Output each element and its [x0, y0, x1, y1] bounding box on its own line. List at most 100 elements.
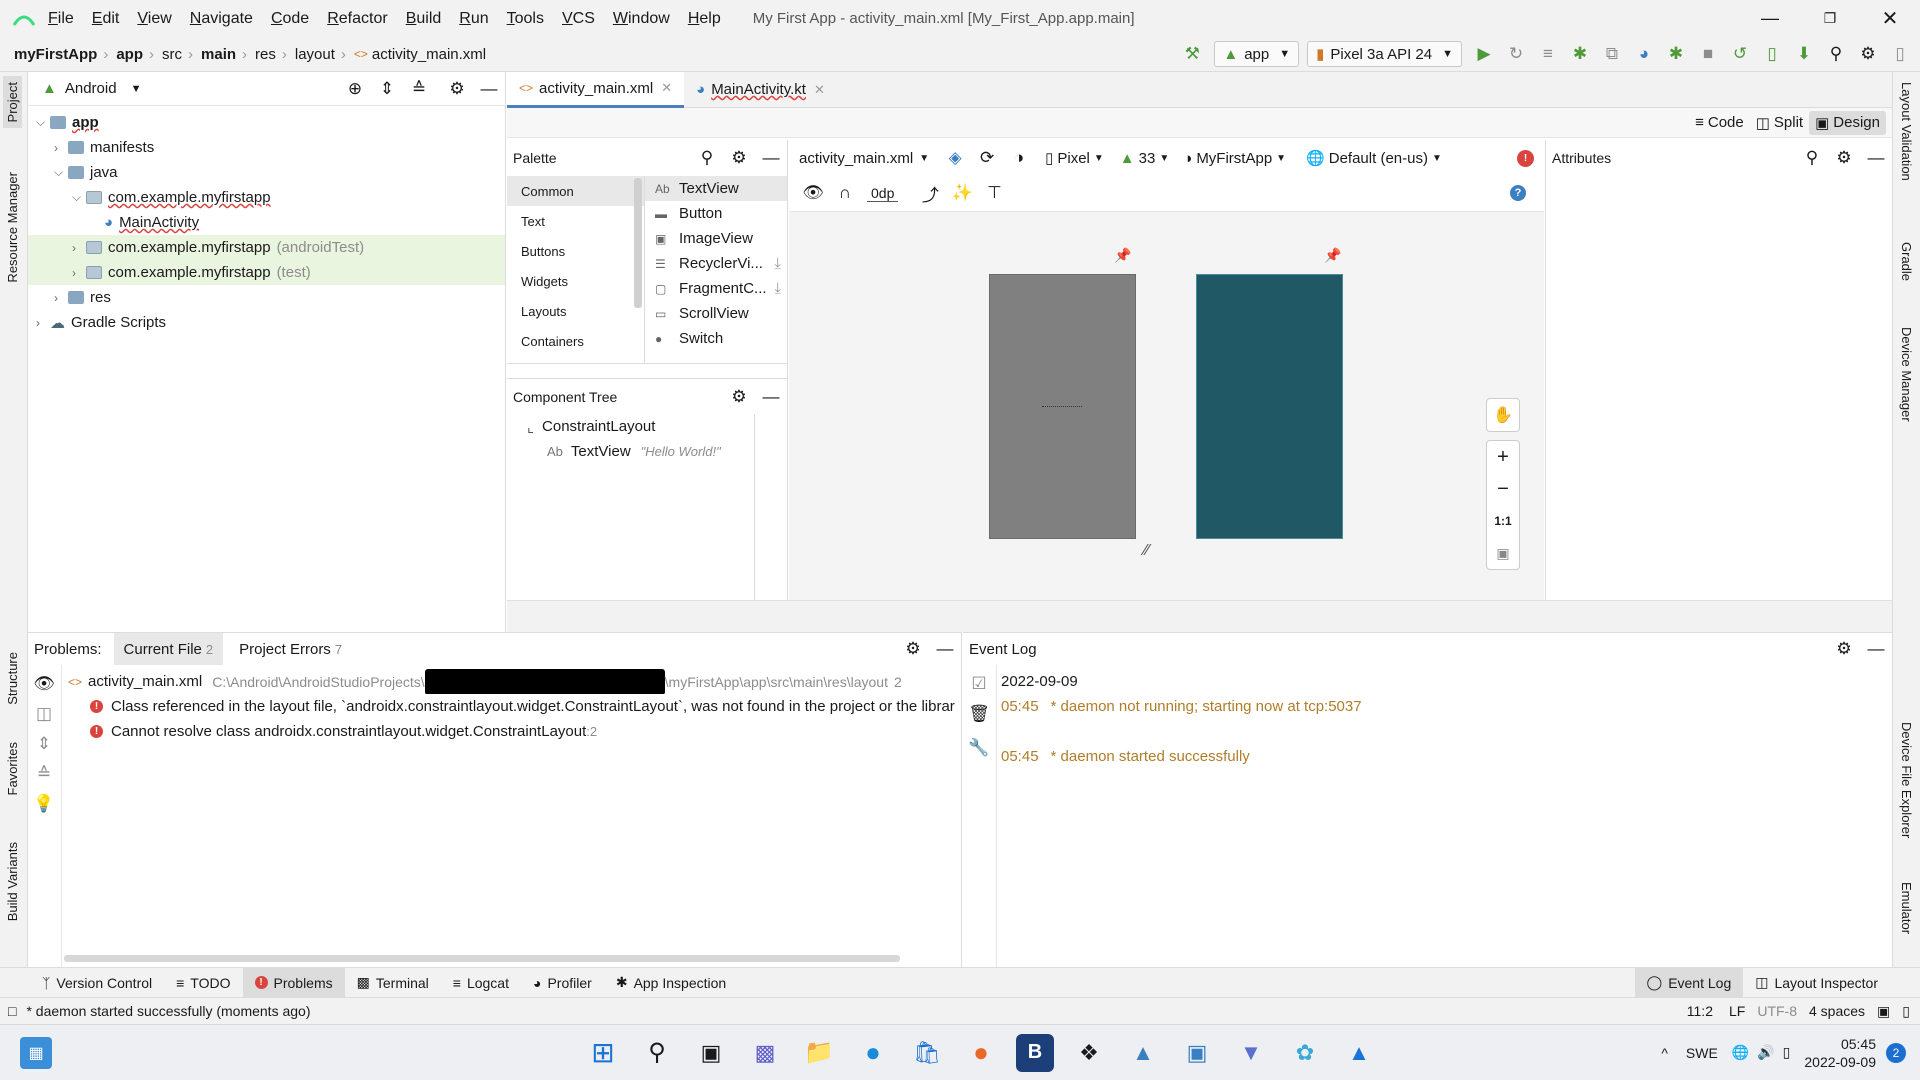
tab-project-errors[interactable]: Project Errors 7 — [233, 641, 348, 658]
palette-category[interactable]: Layouts — [507, 296, 644, 326]
problem-row[interactable]: ! Class referenced in the layout file, `… — [62, 694, 962, 719]
preview-icon[interactable]: ◫ — [28, 699, 60, 729]
apply-changes-icon[interactable]: ≡ — [1532, 39, 1564, 69]
sync-gradle-icon[interactable]: ↺ — [1724, 39, 1756, 69]
collapse-all-icon[interactable]: ≙ — [403, 74, 435, 104]
autoconnect-magnet-icon[interactable]: ∩ — [829, 178, 861, 208]
profiler-icon[interactable]: ◕ — [1628, 39, 1660, 69]
app-inspection-button[interactable]: ✱ App Inspection — [604, 968, 738, 998]
event-log-button[interactable]: ◯ Event Log — [1634, 967, 1744, 998]
pan-hand-icon[interactable]: ✋ — [1486, 398, 1520, 432]
hide-panel-icon[interactable]: — — [929, 634, 961, 664]
debug-attach-icon[interactable]: ✱ — [1660, 39, 1692, 69]
store-icon[interactable]: 🛍 — [908, 1034, 946, 1072]
zoom-in-icon[interactable]: + — [1487, 441, 1519, 473]
layout-validation-tool-button[interactable]: Layout Validation — [1899, 82, 1914, 185]
minimize-icon[interactable]: — — [1740, 0, 1800, 37]
chevron-right-icon[interactable]: › — [54, 141, 68, 155]
download-icon[interactable]: ⤓ — [774, 280, 781, 297]
design-preview-screen[interactable] — [989, 274, 1136, 539]
chevron-down-icon[interactable]: ⌵ — [72, 190, 86, 205]
rerun-icon[interactable]: ↻ — [1500, 39, 1532, 69]
menu-window[interactable]: Window — [613, 10, 670, 28]
palette-scrollbar[interactable] — [634, 178, 642, 308]
structure-tool-button[interactable]: Structure — [5, 652, 20, 709]
edge-browser-icon[interactable]: ● — [854, 1034, 892, 1072]
tree-item[interactable]: › com.example.myfirstapp (test) — [28, 260, 505, 285]
guidelines-icon[interactable]: ⊤ — [978, 178, 1010, 208]
api-level-select[interactable]: ▲ 33 ▼ — [1120, 150, 1169, 167]
design-surface-icon[interactable]: ◈ — [939, 143, 971, 173]
tree-item[interactable]: › ☁ Gradle Scripts — [28, 310, 505, 335]
settings-gear-icon[interactable]: ⚙ — [1828, 634, 1860, 664]
menu-refactor[interactable]: Refactor — [327, 10, 387, 28]
settings-gear-icon[interactable]: ⚙ — [441, 74, 473, 104]
search-icon[interactable]: ⚲ — [1796, 143, 1828, 173]
profiler-button[interactable]: ◕ Profiler — [521, 968, 604, 998]
locale-select[interactable]: 🌐 Default (en-us) ▼ — [1306, 149, 1442, 168]
collapse-all-icon[interactable]: ≙ — [28, 759, 60, 789]
blueprint-screen[interactable] — [1196, 274, 1343, 539]
hide-panel-icon[interactable]: — — [473, 74, 505, 104]
hide-panel-icon[interactable]: — — [755, 143, 787, 173]
input-language[interactable]: SWE — [1686, 1045, 1718, 1061]
design-canvas[interactable]: 📌 📌 ∕∕ ✋ + − 1:1 ▣ — [789, 212, 1544, 600]
layout-inspector-button[interactable]: ◫ Layout Inspector — [1743, 968, 1890, 998]
view-options-eye-icon[interactable]: 👁 — [797, 178, 829, 208]
status-message[interactable]: * daemon started successfully (moments a… — [26, 1003, 310, 1019]
todo-button[interactable]: ≡ TODO — [164, 968, 242, 998]
attach-debugger-icon[interactable]: ⧉ — [1596, 39, 1628, 69]
device-select[interactable]: ▮ Pixel 3a API 24 ▼ — [1307, 41, 1462, 67]
photos-icon[interactable]: ▲ — [1340, 1034, 1378, 1072]
infer-constraints-icon[interactable]: ✨ — [946, 178, 978, 208]
android-studio-icon[interactable]: ▲ — [1124, 1034, 1162, 1072]
close-tab-icon[interactable]: ✕ — [661, 80, 672, 96]
settings-gear-icon[interactable]: ⚙ — [897, 634, 929, 664]
zoom-actual-size-button[interactable]: 1:1 — [1487, 505, 1519, 537]
palette-item[interactable]: ▢ FragmentC... ⤓ — [645, 276, 787, 301]
menu-code[interactable]: Code — [271, 10, 309, 28]
search-icon[interactable]: ⚲ — [1820, 39, 1852, 69]
bulb-icon[interactable]: 💡 — [28, 789, 60, 819]
debug-icon[interactable]: ✱ — [1564, 39, 1596, 69]
notification-badge[interactable]: 2 — [1886, 1042, 1906, 1063]
palette-item[interactable]: ● Switch — [645, 326, 787, 351]
file-encoding[interactable]: UTF-8 — [1757, 1003, 1797, 1019]
palette-category[interactable]: Buttons — [507, 236, 644, 266]
chevron-down-icon[interactable]: ⌵ — [54, 165, 68, 180]
component-constraint-layout[interactable]: ⌞ ConstraintLayout — [517, 414, 754, 439]
orientation-icon[interactable]: ⟳ — [971, 143, 1003, 173]
breadcrumb-main[interactable]: main — [201, 46, 236, 63]
tab-main-activity[interactable]: ◕ MainActivity.kt ✕ — [684, 72, 837, 108]
problems-button[interactable]: ! Problems — [242, 967, 345, 998]
chevron-down-icon[interactable]: ⌵ — [36, 115, 50, 130]
chevron-down-icon[interactable]: ▼ — [131, 83, 142, 95]
version-control-button[interactable]: ᛉ Version Control — [30, 968, 164, 998]
logcat-button[interactable]: ≡ Logcat — [441, 968, 521, 998]
build-variants-tool-button[interactable]: Build Variants — [5, 842, 20, 925]
firefox-icon[interactable]: ● — [962, 1034, 1000, 1072]
image-editor-icon[interactable]: ▣ — [1178, 1034, 1216, 1072]
palette-item[interactable]: Ab TextView — [645, 176, 787, 201]
menu-view[interactable]: View — [137, 10, 171, 28]
palette-item[interactable]: ☰ RecyclerVi... ⤓ — [645, 251, 787, 276]
start-windows-icon[interactable]: ⊞ — [584, 1034, 622, 1072]
lock-icon[interactable]: ▣ — [1877, 1003, 1890, 1020]
chevron-right-icon[interactable]: › — [36, 316, 50, 330]
widgets-icon[interactable]: ▦ — [20, 1036, 52, 1069]
eye-icon[interactable]: 👁 — [28, 669, 60, 699]
caret-position[interactable]: 11:2 — [1687, 1003, 1713, 1019]
zoom-out-icon[interactable]: − — [1487, 473, 1519, 505]
layout-file-select[interactable]: activity_main.xml — [799, 150, 913, 167]
design-mode-button[interactable]: ▣ Design — [1809, 110, 1886, 135]
memory-icon[interactable]: ▯ — [1902, 1003, 1910, 1020]
menu-run[interactable]: Run — [459, 10, 488, 28]
resource-manager-tool-button[interactable]: Resource Manager — [5, 172, 20, 287]
indent-setting[interactable]: 4 spaces — [1809, 1003, 1865, 1019]
project-view-select[interactable]: Android — [65, 80, 117, 97]
menu-vcs[interactable]: VCS — [562, 10, 595, 28]
stop-icon[interactable]: ■ — [1692, 39, 1724, 69]
settings-gear-icon[interactable]: ⚙ — [1828, 143, 1860, 173]
mark-read-icon[interactable]: ☑ — [963, 669, 995, 699]
hello-world-preview[interactable] — [1042, 406, 1082, 407]
